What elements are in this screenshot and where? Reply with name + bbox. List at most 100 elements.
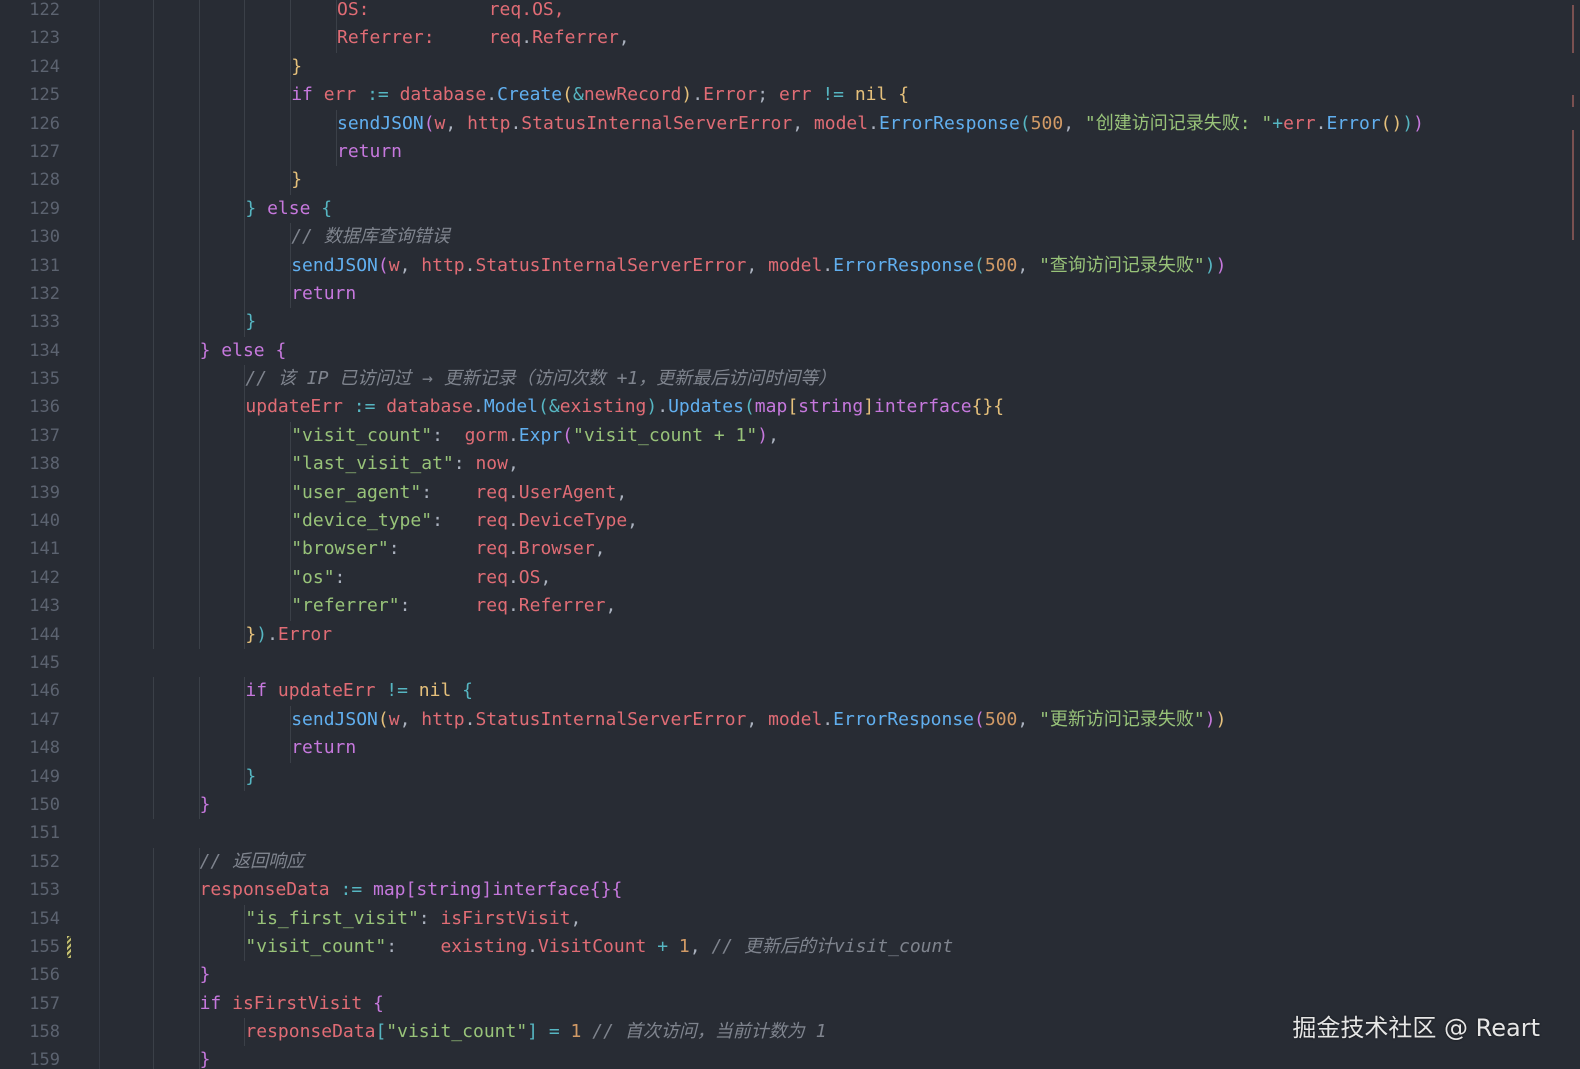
code-line[interactable]: 147 sendJSON(w, http.StatusInternalServer… [0,705,1560,735]
indent-guide [152,166,154,195]
indent-guide [198,137,200,167]
code-line[interactable]: 143 "referrer": req.Referrer, [0,592,1560,621]
indent-guide [152,52,154,82]
code-line[interactable]: 151 [0,819,1560,847]
code-token: map [754,396,788,418]
indent-guide [244,478,246,508]
code-line[interactable]: 127 return [0,137,1560,167]
code-line[interactable]: 137 "visit_count": gorm.Expr("visit_count… [0,421,1560,451]
code-token: interface [874,396,972,418]
line-number: 138 [29,454,60,475]
code-token: . [464,254,476,276]
code-line[interactable]: 135 // 该 IP 已访问过 → 更新记录（访问次数 +1，更新最后访问时间等… [0,365,1560,394]
code-line[interactable]: 125 if err := database.Create(&newRecord)… [0,81,1560,110]
indent-guide [244,109,246,138]
code-line[interactable]: 133} [0,308,1560,337]
line-number: 158 [29,1022,60,1043]
code-line[interactable]: 149} [0,762,1560,791]
code-token: { [275,339,287,361]
code-line[interactable]: 136 updateErr := database.Model(&existing… [0,393,1560,422]
indent-guide [198,223,200,252]
line-number: 149 [29,766,60,787]
code-token: req [488,27,522,49]
code-token: } [291,169,303,191]
code-token: } [245,623,257,645]
code-token: model [813,112,869,134]
code-line[interactable]: 141 "browser": req.Browser, [0,535,1560,564]
code-token: Error [1326,112,1381,134]
code-token: OS [518,566,541,588]
code-text: }).Error [245,621,332,649]
code-line[interactable]: 152 // 返回响应 [0,847,1560,877]
code-line[interactable]: 154 "is_first_visit": isFirstVisit, [0,904,1560,933]
code-text: "os": req.OS, [291,564,551,592]
code-token: nil [854,84,899,106]
indent-guide [198,734,200,763]
code-line[interactable]: 129} else { [0,194,1560,224]
code-text: Referrer: req.Referrer, [337,24,630,52]
code-token: Error [703,84,758,106]
indent-guide [290,137,292,167]
code-line[interactable]: 148 return [0,734,1560,763]
code-line[interactable]: 146 if updateErr != nil { [0,677,1560,706]
line-number: 141 [29,539,60,560]
code-line[interactable]: 159} [0,1046,1560,1069]
indent-guide [152,450,154,479]
code-line[interactable]: 123 Referrer: req.Referrer, [0,24,1560,53]
code-text: responseData := map[string]interface{}{ [200,876,623,904]
code-line[interactable]: 124} [0,52,1560,82]
code-line[interactable]: 140 "device_type": req.DeviceType, [0,507,1560,536]
code-token: ) [256,623,268,645]
code-token: } [245,311,257,333]
code-line[interactable]: 122 OS: req.OS, [0,0,1560,25]
code-text: if updateErr != nil { [245,677,473,705]
code-token: , [792,112,814,134]
code-token: () [1380,112,1403,134]
code-line[interactable]: 150} [0,790,1560,820]
code-token: existing [559,396,647,418]
code-token: ) [1215,708,1227,730]
code-text: } [245,308,256,336]
code-line[interactable]: 131 sendJSON(w, http.StatusInternalServer… [0,251,1560,280]
code-line[interactable]: 145 [0,649,1560,677]
code-line[interactable]: 156} [0,961,1560,990]
code-area[interactable]: 122 OS: req.OS, 123 Referrer: req.Referrer,… [0,0,1560,1069]
indent-guide [290,24,292,53]
indent-guide [152,932,154,962]
code-token: [ [405,879,417,901]
code-token: return [337,140,403,162]
indent-guide [198,620,200,649]
line-number: 139 [29,482,60,503]
code-line[interactable]: 138 "last_visit_at": now, [0,450,1560,479]
code-line[interactable]: 153 responseData := map[string]interface{… [0,876,1560,905]
code-token: "创建访问记录失败: " [1084,112,1273,134]
code-line[interactable]: 155 "visit_count": existing.VisitCount + … [0,932,1560,962]
code-token: : [432,424,465,446]
indent-guide [152,81,154,110]
code-token: UserAgent [518,481,617,503]
code-line[interactable]: 144}).Error [0,620,1560,649]
code-token: err [778,84,823,106]
code-text: "is_first_visit": isFirstVisit, [245,905,581,933]
code-line[interactable]: 126 sendJSON(w, http.StatusInternalServer… [0,109,1560,138]
code-token: string [416,879,482,901]
code-line[interactable]: 134} else { [0,336,1560,366]
code-line[interactable]: 132 return [0,279,1560,309]
indent-guide [152,1046,154,1069]
code-line[interactable]: 130 // 数据库查询错误 [0,223,1560,252]
overview-ruler[interactable] [1558,0,1580,1069]
code-line[interactable]: 128} [0,166,1560,195]
code-token: ) [1204,708,1216,730]
code-text: if err := database.Create(&newRecord).Er… [291,81,909,109]
code-token: . [692,84,704,106]
code-token: 500 [984,254,1018,276]
code-editor[interactable]: 122 OS: req.OS, 123 Referrer: req.Referrer,… [0,0,1580,1069]
code-token: 500 [1030,112,1064,134]
code-line[interactable]: 139 "user_agent": req.UserAgent, [0,478,1560,508]
code-token: ( [377,708,389,730]
code-token: . [507,538,519,560]
code-line[interactable]: 142 "os": req.OS, [0,563,1560,593]
indent-guide [152,734,154,763]
code-token: . [267,623,278,645]
indent-guide [198,592,200,621]
